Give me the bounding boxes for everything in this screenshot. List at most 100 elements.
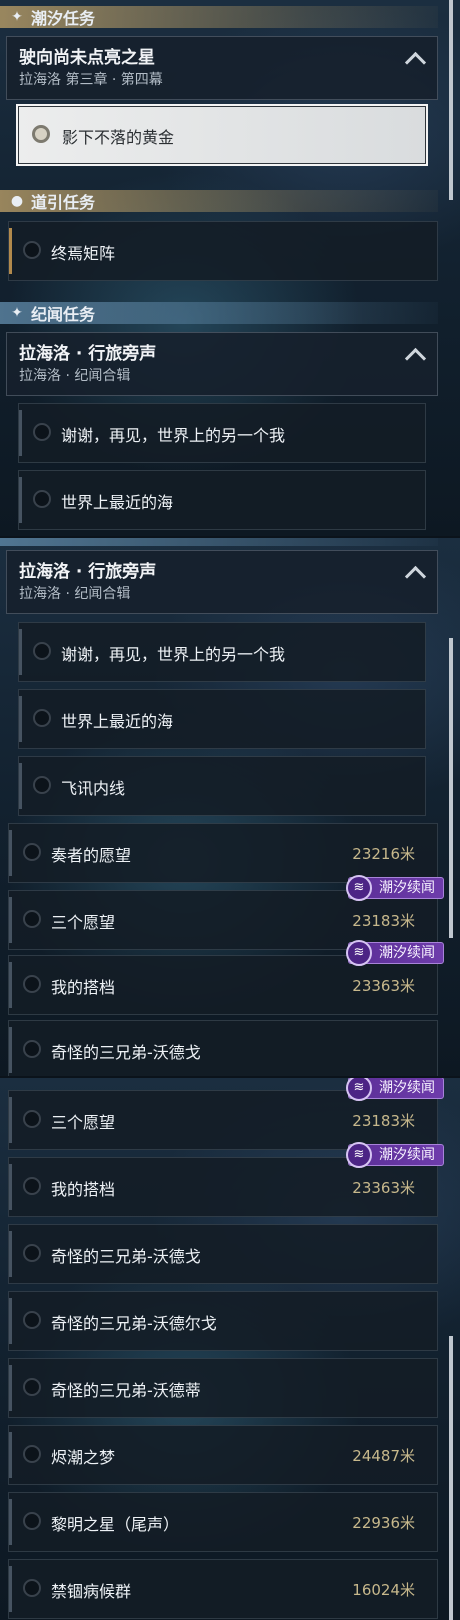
track-bar xyxy=(19,477,22,523)
quest-label: 奇怪的三兄弟-沃德尔戈 xyxy=(51,1314,217,1333)
group-title: 拉海洛 · 行旅旁声 xyxy=(19,344,157,364)
quest-label: 奇怪的三兄弟-沃德戈 xyxy=(51,1247,201,1266)
tide-continuation-badge: ≋ 潮汐续闻 xyxy=(346,940,444,966)
track-bar xyxy=(19,629,22,675)
quest-item-sub[interactable]: 谢谢，再见，世界上的另一个我 xyxy=(18,622,426,682)
track-bar xyxy=(9,1027,12,1073)
radio-icon xyxy=(33,642,51,660)
quest-label: 终焉矩阵 xyxy=(51,244,116,263)
quest-label: 飞讯内线 xyxy=(61,779,126,798)
wave-icon: ≋ xyxy=(346,1142,372,1168)
scrollbar-thumb[interactable] xyxy=(449,0,453,200)
quest-label: 谢谢，再见，世界上的另一个我 xyxy=(61,426,286,445)
quest-distance: 22936米 xyxy=(352,1514,415,1532)
quest-label: 我的搭档 xyxy=(51,978,116,997)
track-bar xyxy=(19,410,22,456)
quest-item[interactable]: 奇怪的三兄弟-沃德蒂 xyxy=(8,1358,438,1418)
quest-item[interactable]: 奇怪的三兄弟-沃德戈 xyxy=(8,1224,438,1284)
badge-label: 潮汐续闻 xyxy=(379,945,435,961)
quest-distance: 23363米 xyxy=(352,1179,415,1197)
section-title: 道引任务 xyxy=(31,193,96,212)
chevron-up-icon[interactable] xyxy=(404,565,427,588)
radio-icon xyxy=(23,1110,41,1128)
quest-label: 世界上最近的海 xyxy=(61,712,174,731)
badge-label: 潮汐续闻 xyxy=(379,1080,435,1096)
quest-label: 禁锢病候群 xyxy=(51,1582,132,1601)
track-bar xyxy=(9,962,12,1008)
radio-icon xyxy=(23,241,41,259)
quest-item[interactable]: 黎明之星（尾声） 22936米 xyxy=(8,1492,438,1552)
quest-label: 烬潮之梦 xyxy=(51,1448,116,1467)
group-subtitle: 拉海洛 · 纪闻合辑 xyxy=(19,586,131,602)
radio-icon xyxy=(33,490,51,508)
track-bar xyxy=(9,1566,12,1612)
quest-group-chronicle[interactable]: 拉海洛 · 行旅旁声 拉海洛 · 纪闻合辑 xyxy=(6,332,438,396)
quest-item-guide[interactable]: 终焉矩阵 xyxy=(8,221,438,281)
track-bar xyxy=(9,1432,12,1478)
quest-item-active[interactable]: 影下不落的黄金 xyxy=(16,104,428,166)
quest-item[interactable]: 我的搭档 23363米 xyxy=(8,955,438,1015)
quest-item-sub[interactable]: 谢谢，再见，世界上的另一个我 xyxy=(18,403,426,463)
track-bar xyxy=(9,1298,12,1344)
quest-item-sub[interactable]: 世界上最近的海 xyxy=(18,470,426,530)
scrollbar[interactable] xyxy=(449,638,453,938)
quest-distance: 23183米 xyxy=(352,912,415,930)
wave-icon: ≋ xyxy=(346,875,372,901)
radio-icon xyxy=(33,776,51,794)
badge-label: 潮汐续闻 xyxy=(379,880,435,896)
quest-item[interactable]: 三个愿望 23183米 xyxy=(8,1090,438,1150)
quest-label: 三个愿望 xyxy=(51,913,116,932)
section-title: 纪闻任务 xyxy=(31,305,96,324)
track-bar xyxy=(9,1499,12,1545)
quest-item[interactable]: 奇怪的三兄弟-沃德戈 xyxy=(8,1020,438,1078)
quest-item[interactable]: 三个愿望 23183米 xyxy=(8,890,438,950)
quest-label: 黎明之星（尾声） xyxy=(51,1515,180,1534)
quest-label: 奏者的愿望 xyxy=(51,846,132,865)
quest-label: 三个愿望 xyxy=(51,1113,116,1132)
radio-icon xyxy=(23,975,41,993)
radio-icon xyxy=(23,1040,41,1058)
track-bar xyxy=(9,1365,12,1411)
quest-distance: 23183米 xyxy=(352,1112,415,1130)
group-title: 驶向尚未点亮之星 xyxy=(19,48,155,68)
quest-label: 谢谢，再见，世界上的另一个我 xyxy=(61,645,286,664)
group-title: 拉海洛 · 行旅旁声 xyxy=(19,562,157,582)
chevron-up-icon[interactable] xyxy=(404,347,427,370)
radio-icon xyxy=(23,1512,41,1530)
tide-continuation-badge: ≋ 潮汐续闻 xyxy=(346,875,444,901)
quest-group-tide[interactable]: 驶向尚未点亮之星 拉海洛 第三章 · 第四幕 xyxy=(6,36,438,100)
radio-icon xyxy=(23,1244,41,1262)
radio-selected-icon xyxy=(32,125,50,143)
quest-distance: 23216米 xyxy=(352,845,415,863)
scrollbar[interactable] xyxy=(449,0,453,200)
wave-icon: ≋ xyxy=(346,1078,372,1101)
quest-item[interactable]: 奇怪的三兄弟-沃德尔戈 xyxy=(8,1291,438,1351)
radio-icon xyxy=(23,843,41,861)
track-bar xyxy=(9,228,12,274)
location-pin-icon: ● xyxy=(10,193,24,209)
quest-item[interactable]: 我的搭档 23363米 xyxy=(8,1157,438,1217)
track-bar xyxy=(9,1231,12,1277)
section-title: 潮汐任务 xyxy=(31,9,96,28)
scrollbar[interactable] xyxy=(449,1336,453,1620)
section-header-cut xyxy=(0,538,438,548)
scrollbar-thumb[interactable] xyxy=(449,1336,453,1620)
track-bar xyxy=(9,1097,12,1143)
quest-item[interactable]: 烬潮之梦 24487米 xyxy=(8,1425,438,1485)
sparkle-icon: ✦ xyxy=(11,9,23,25)
quest-distance: 23363米 xyxy=(352,977,415,995)
scrollbar-thumb[interactable] xyxy=(449,638,453,938)
badge-label: 潮汐续闻 xyxy=(379,1147,435,1163)
radio-icon xyxy=(23,1445,41,1463)
quest-group-chronicle[interactable]: 拉海洛 · 行旅旁声 拉海洛 · 纪闻合辑 xyxy=(6,550,438,614)
radio-icon xyxy=(23,1378,41,1396)
quest-label: 奇怪的三兄弟-沃德蒂 xyxy=(51,1381,201,1400)
group-subtitle: 拉海洛 第三章 · 第四幕 xyxy=(19,72,163,88)
chevron-up-icon[interactable] xyxy=(404,51,427,74)
quest-item[interactable]: 禁锢病候群 16024米 xyxy=(8,1559,438,1619)
tide-continuation-badge: ≋ 潮汐续闻 xyxy=(346,1142,444,1168)
quest-item[interactable]: 奏者的愿望 23216米 xyxy=(8,823,438,883)
radio-icon xyxy=(23,1311,41,1329)
quest-item-sub[interactable]: 世界上最近的海 xyxy=(18,689,426,749)
quest-item-sub[interactable]: 飞讯内线 xyxy=(18,756,426,816)
